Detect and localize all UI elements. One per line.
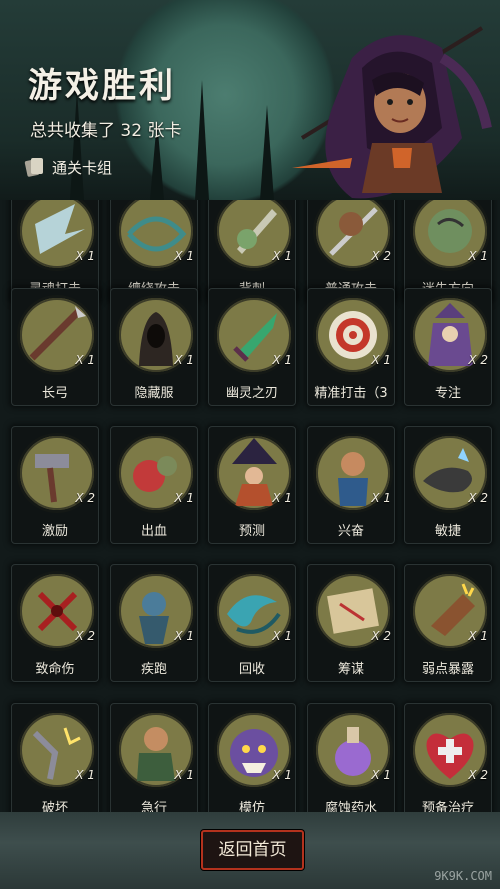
card-name: 预测	[238, 524, 265, 539]
skill-card[interactable]: X 1 破坏	[11, 703, 99, 812]
card-name: 疾跑	[140, 662, 167, 677]
card-count: X 1	[371, 768, 391, 782]
card-count: X 2	[468, 491, 488, 505]
card-count: X 1	[174, 491, 194, 505]
card-count: X 1	[371, 353, 391, 367]
card-name: 精准打击（3	[314, 386, 388, 401]
cards-collected-text: 总共收集了 32 张卡	[30, 121, 182, 141]
card-count: X 2	[371, 629, 391, 643]
skill-card[interactable]: X 2 敏捷	[404, 426, 492, 544]
card-count: X 1	[75, 768, 95, 782]
skill-card[interactable]: X 1 疾跑	[110, 564, 198, 682]
card-collection-grid: X 1灵魂打击X 1缠绕攻击X 1背刺X 2普通攻击X 1迷失方向X 1长弓X …	[0, 200, 500, 812]
card-name: 筹谋	[337, 662, 364, 677]
card-count: X 1	[272, 249, 292, 263]
skill-card[interactable]: X 2 激励	[11, 426, 99, 544]
deck-button[interactable]: 通关卡组	[26, 154, 112, 180]
card-count: X 1	[468, 629, 488, 643]
skill-card[interactable]: X 1 预测	[208, 426, 296, 544]
card-count: X 2	[371, 249, 391, 263]
card-count: X 1	[371, 491, 391, 505]
card-name: 致命伤	[35, 662, 75, 677]
card-count: X 1	[272, 629, 292, 643]
skill-card[interactable]: X 2 致命伤	[11, 564, 99, 682]
skill-card[interactable]: X 1迷失方向	[404, 200, 492, 302]
card-count: X 1	[272, 353, 292, 367]
card-name: 专注	[434, 386, 461, 401]
victory-title: 游戏胜利	[28, 66, 176, 106]
skill-card[interactable]: X 1灵魂打击	[11, 200, 99, 302]
hooded-archer-illustration	[292, 26, 492, 199]
card-name: 出血	[140, 524, 167, 539]
card-count: X 1	[272, 768, 292, 782]
tree-silhouette	[260, 105, 274, 200]
card-name: 激励	[41, 524, 68, 539]
card-count: X 1	[174, 768, 194, 782]
skill-card[interactable]: X 1 兴奋	[307, 426, 395, 544]
card-name: 弱点暴露	[421, 662, 474, 677]
card-count: X 1	[174, 249, 194, 263]
card-name: 兴奋	[337, 524, 364, 539]
victory-header: 游戏胜利 总共收集了 32 张卡 通关卡组	[0, 0, 500, 200]
deck-label: 通关卡组	[52, 158, 113, 177]
card-name: 预备治疗	[421, 801, 474, 812]
skill-card[interactable]: X 1背刺	[208, 200, 296, 302]
back-to-home-button[interactable]: 返回首页	[201, 830, 304, 870]
card-count: X 1	[468, 249, 488, 263]
skill-card[interactable]: X 1 急行	[110, 703, 198, 812]
card-name: 隐藏服	[134, 386, 174, 401]
card-count: X 2	[75, 629, 95, 643]
skill-card[interactable]: X 1 长弓	[11, 288, 99, 406]
skill-card[interactable]: X 1 精准打击（3	[307, 288, 395, 406]
watermark: 9K9K.COM	[434, 869, 492, 883]
card-name: 模仿	[238, 801, 265, 812]
skill-card[interactable]: X 1 模仿	[208, 703, 296, 812]
skill-card[interactable]: X 1 回收	[208, 564, 296, 682]
skill-card[interactable]: X 1 弱点暴露	[404, 564, 492, 682]
card-name: 腐蚀药水	[324, 801, 377, 812]
card-count: X 1	[174, 629, 194, 643]
card-count: X 2	[468, 768, 488, 782]
skill-card[interactable]: X 1 隐藏服	[110, 288, 198, 406]
card-count: X 2	[75, 491, 95, 505]
skill-card[interactable]: X 2普通攻击	[307, 200, 395, 302]
skill-card[interactable]: X 2 专注	[404, 288, 492, 406]
card-name: 破坏	[41, 801, 68, 812]
card-count: X 1	[75, 353, 95, 367]
card-count: X 1	[75, 249, 95, 263]
card-name: 急行	[140, 801, 167, 812]
card-count: X 2	[468, 353, 488, 367]
card-count: X 1	[174, 353, 194, 367]
card-deck-icon	[26, 157, 44, 177]
card-name: 幽灵之刃	[225, 386, 278, 401]
skill-card[interactable]: X 1 幽灵之刃	[208, 288, 296, 406]
card-name: 长弓	[41, 386, 68, 401]
skill-card[interactable]: X 1缠绕攻击	[110, 200, 198, 302]
skill-card[interactable]: X 2 筹谋	[307, 564, 395, 682]
skill-card[interactable]: X 2 预备治疗	[404, 703, 492, 812]
tree-silhouette	[195, 80, 209, 200]
card-count: X 1	[272, 491, 292, 505]
skill-card[interactable]: X 1 出血	[110, 426, 198, 544]
card-name: 回收	[238, 662, 265, 677]
skill-card[interactable]: X 1 腐蚀药水	[307, 703, 395, 812]
card-name: 敏捷	[434, 524, 461, 539]
